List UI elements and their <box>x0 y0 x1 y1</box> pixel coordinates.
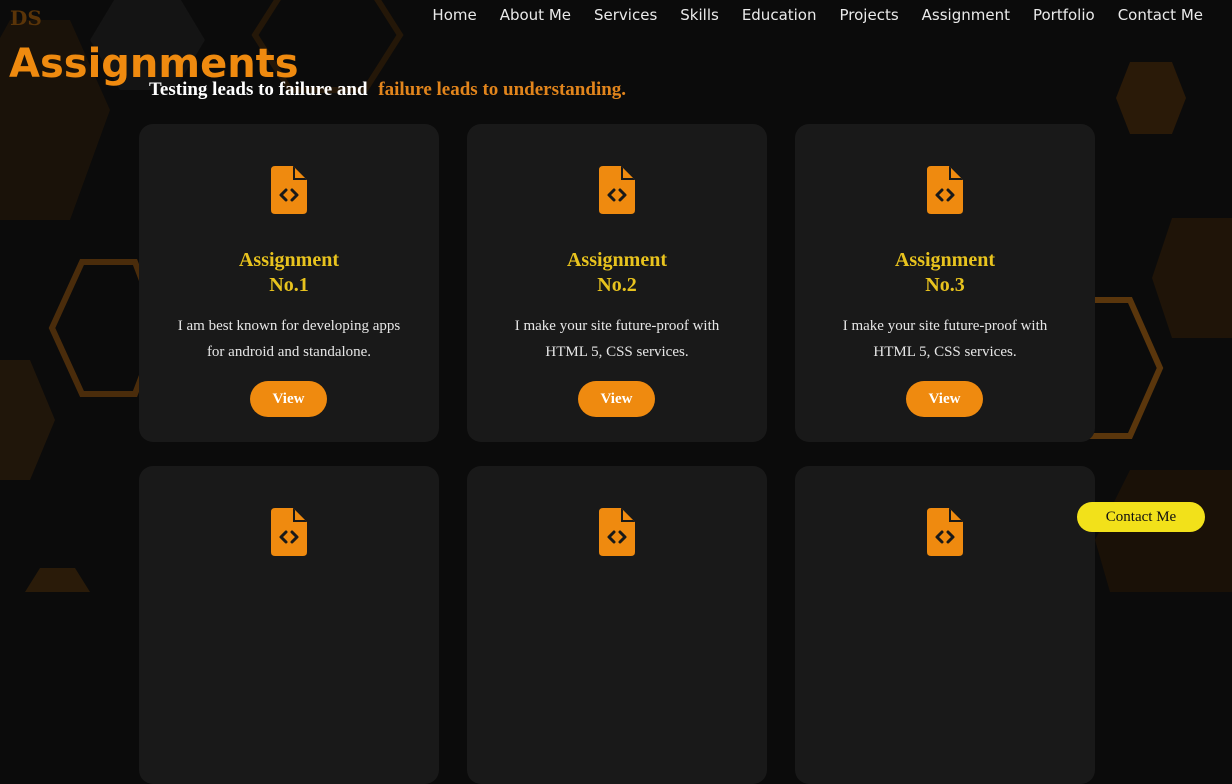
nav-about-me[interactable]: About Me <box>500 4 571 26</box>
nav-contact-me[interactable]: Contact Me <box>1118 4 1203 26</box>
card-title: Assignment No.2 <box>467 248 767 298</box>
brand-logo[interactable]: DS <box>10 6 42 30</box>
file-code-icon <box>599 508 635 556</box>
assignment-card: Assignment No.1 I am best known for deve… <box>139 124 439 442</box>
assignment-card <box>795 466 1095 784</box>
file-code-icon <box>599 166 635 214</box>
nav-projects[interactable]: Projects <box>840 4 899 26</box>
card-description: I make your site future-proof with HTML … <box>842 318 1048 360</box>
subtitle-part-2: failure leads to understanding. <box>378 79 627 100</box>
card-title-line-2: No.1 <box>269 274 309 296</box>
card-description: I am best known for developing apps for … <box>177 318 401 360</box>
assignment-grid: Assignment No.1 I am best known for deve… <box>139 124 1095 784</box>
view-button[interactable]: View <box>250 381 327 417</box>
card-description: I make your site future-proof with HTML … <box>514 318 720 360</box>
view-button[interactable]: View <box>906 381 983 417</box>
nav-home[interactable]: Home <box>432 4 476 26</box>
subtitle-part-1: Testing leads to failure and <box>149 79 368 100</box>
nav-assignment[interactable]: Assignment <box>922 4 1010 26</box>
file-code-icon <box>927 508 963 556</box>
nav-portfolio[interactable]: Portfolio <box>1033 4 1095 26</box>
nav-services[interactable]: Services <box>594 4 657 26</box>
nav-education[interactable]: Education <box>742 4 817 26</box>
card-title-line-1: Assignment <box>238 249 339 271</box>
contact-me-floating-button[interactable]: Contact Me <box>1077 502 1205 532</box>
assignment-card <box>139 466 439 784</box>
file-code-icon <box>271 166 307 214</box>
card-title-line-2: No.3 <box>925 274 965 296</box>
card-title-line-2: No.2 <box>597 274 637 296</box>
assignment-card: Assignment No.2 I make your site future-… <box>467 124 767 442</box>
card-title-line-1: Assignment <box>894 249 995 271</box>
card-title: Assignment No.3 <box>795 248 1095 298</box>
card-title: Assignment No.1 <box>139 248 439 298</box>
assignment-card: Assignment No.3 I make your site future-… <box>795 124 1095 442</box>
nav-skills[interactable]: Skills <box>680 4 719 26</box>
view-button[interactable]: View <box>578 381 655 417</box>
top-navigation: Home About Me Services Skills Education … <box>432 4 1203 26</box>
file-code-icon <box>927 166 963 214</box>
page-subtitle: Testing leads to failure and failure lea… <box>149 78 626 102</box>
assignment-card <box>467 466 767 784</box>
file-code-icon <box>271 508 307 556</box>
card-title-line-1: Assignment <box>566 249 667 271</box>
